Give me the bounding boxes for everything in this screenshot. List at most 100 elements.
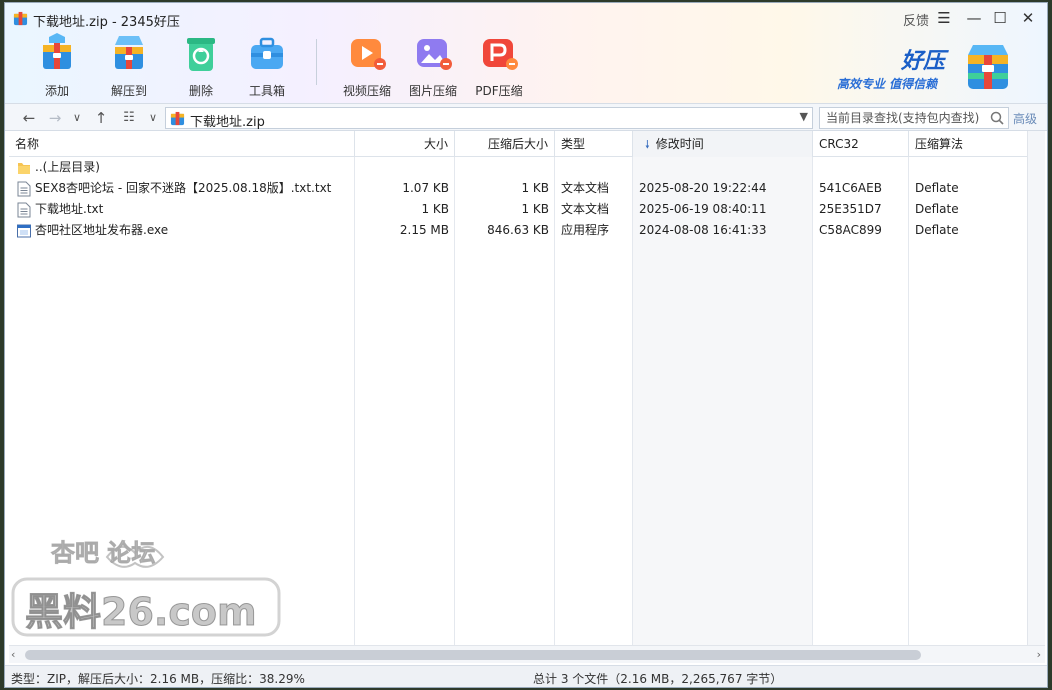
table-row[interactable]: SEX8杏吧论坛 - 回家不迷路【2025.08.18版】.txt.txt 1.…: [9, 178, 1027, 199]
file-name: 杏吧社区地址发布器.exe: [35, 223, 169, 237]
horizontal-scroll-thumb[interactable]: [25, 650, 921, 660]
file-name: SEX8杏吧论坛 - 回家不迷路【2025.08.18版】.txt.txt: [35, 181, 332, 195]
scroll-right-icon[interactable]: ›: [1037, 646, 1041, 664]
column-header-type[interactable]: 类型: [555, 131, 633, 157]
sort-descending-icon: 🠗: [645, 138, 650, 151]
table-row[interactable]: ..(上层目录): [9, 157, 1027, 178]
header-area: 下载地址.zip - 2345好压 反馈 ☰ — ☐ ✕ 添加 解压到 删除 工…: [5, 3, 1047, 103]
address-path: 下载地址.zip: [190, 115, 265, 130]
column-header-method-label: 压缩算法: [915, 137, 964, 151]
brand-block: 好压 高效专业 值得信赖: [837, 41, 1011, 93]
text-file-icon: [17, 181, 31, 197]
brand-name: 好压: [901, 49, 946, 74]
column-header-packed-label: 压缩后大小: [487, 137, 548, 151]
column-header-method[interactable]: 压缩算法: [909, 131, 1027, 157]
pdf-compress-button[interactable]: PDF压缩: [467, 33, 531, 99]
search-input[interactable]: [820, 108, 986, 128]
minimize-icon[interactable]: —: [963, 8, 985, 28]
close-icon[interactable]: ✕: [1017, 8, 1039, 28]
image-compress-button[interactable]: 图片压缩: [401, 33, 465, 99]
file-list: 名称 大小 压缩后大小 类型 🠗修改时间 CRC32 压缩算法 路径 ..(上层…: [9, 131, 1027, 645]
file-size: 1 KB: [421, 202, 449, 216]
address-field[interactable]: 下载地址.zip ▼: [165, 107, 813, 130]
column-header-crc-label: CRC32: [819, 137, 859, 151]
address-bar-row: ← → ∨ ↑ ☷ ∨ 下载地址.zip ▼ 高级: [5, 103, 1047, 131]
file-type: 文本文档: [561, 202, 610, 216]
delete-icon: [187, 38, 215, 71]
brand-slogan: 高效专业 值得信赖: [837, 77, 938, 91]
zip-archive-icon: [170, 111, 185, 126]
scroll-left-icon[interactable]: ‹: [11, 646, 15, 664]
history-dropdown-icon[interactable]: ∨: [67, 108, 87, 128]
forward-icon[interactable]: →: [45, 108, 65, 128]
image-compress-label: 图片压缩: [408, 84, 457, 98]
file-size: 2.15 MB: [399, 223, 449, 237]
toolbox-label: 工具箱: [248, 84, 285, 98]
pdf-compress-label: PDF压缩: [475, 84, 523, 98]
file-crc: 541C6AEB: [819, 181, 882, 195]
add-button[interactable]: 添加: [25, 33, 89, 99]
window-title: 下载地址.zip - 2345好压: [33, 15, 180, 30]
maximize-icon[interactable]: ☐: [989, 8, 1011, 28]
column-header-size-label: 大小: [423, 137, 448, 151]
delete-label: 删除: [188, 84, 213, 98]
extract-to-label: 解压到: [110, 84, 147, 98]
text-file-icon: [17, 202, 31, 218]
advanced-search-link[interactable]: 高级: [1013, 110, 1037, 127]
file-modified: 2025-08-20 19:22:44: [639, 181, 767, 195]
file-crc: C58AC899: [819, 223, 882, 237]
video-compress-button[interactable]: 视频压缩: [335, 33, 399, 99]
view-dropdown-icon[interactable]: ∨: [143, 108, 163, 128]
brand-logo-icon: [968, 45, 1008, 89]
extract-to-button[interactable]: 解压到: [97, 33, 161, 99]
back-icon[interactable]: ←: [19, 108, 39, 128]
archive-info: 类型：ZIP，解压后大小：2.16 MB，压缩比：38.29%: [11, 672, 305, 686]
file-crc: 25E351D7: [819, 202, 882, 216]
file-type: 文本文档: [561, 181, 610, 195]
list-header: 名称 大小 压缩后大小 类型 🠗修改时间 CRC32 压缩算法 路径: [9, 131, 1027, 157]
file-method: Deflate: [915, 181, 959, 195]
vertical-scrollbar[interactable]: [1027, 131, 1045, 645]
app-logo-icon: [13, 11, 28, 26]
horizontal-scrollbar[interactable]: ‹ ›: [9, 645, 1045, 663]
title-bar[interactable]: 下载地址.zip - 2345好压 反馈 ☰ — ☐ ✕: [5, 3, 1047, 33]
menu-icon[interactable]: ☰: [933, 8, 955, 28]
file-packed-size: 1 KB: [521, 181, 549, 195]
file-method: Deflate: [915, 223, 959, 237]
delete-button[interactable]: 删除: [169, 33, 233, 99]
up-folder-icon[interactable]: ↑: [91, 108, 111, 128]
view-mode-icon[interactable]: ☷: [119, 108, 139, 128]
column-header-name-label: 名称: [15, 137, 40, 151]
file-packed-size: 1 KB: [521, 202, 549, 216]
exe-file-icon: [17, 224, 31, 238]
feedback-link[interactable]: 反馈: [903, 10, 929, 29]
file-name: ..(上层目录): [35, 160, 100, 174]
toolbar-divider: [316, 39, 317, 85]
column-header-packed[interactable]: 压缩后大小: [455, 131, 555, 157]
toolbox-button[interactable]: 工具箱: [235, 33, 299, 99]
table-row[interactable]: 杏吧社区地址发布器.exe 2.15 MB 846.63 KB 应用程序 202…: [9, 220, 1027, 241]
pdf-compress-icon: [483, 39, 518, 70]
search-icon[interactable]: [990, 111, 1004, 125]
column-header-modified-label: 修改时间: [655, 137, 704, 151]
table-row[interactable]: 下载地址.txt 1 KB 1 KB 文本文档 2025-06-19 08:40…: [9, 199, 1027, 220]
column-header-crc[interactable]: CRC32: [813, 131, 909, 157]
column-header-modified[interactable]: 🠗 修改时间: [633, 131, 813, 157]
file-modified: 2024-08-08 16:41:33: [639, 223, 767, 237]
file-packed-size: 846.63 KB: [487, 223, 549, 237]
add-label: 添加: [44, 84, 69, 98]
search-field[interactable]: [819, 107, 1009, 129]
address-dropdown-icon[interactable]: ▼: [800, 110, 808, 123]
column-header-name[interactable]: 名称: [9, 131, 355, 157]
file-method: Deflate: [915, 202, 959, 216]
file-total: 总计 3 个文件（2.16 MB，2,265,767 字节）: [533, 672, 783, 686]
folder-icon: [18, 163, 30, 174]
file-size: 1.07 KB: [402, 181, 449, 195]
column-header-size[interactable]: 大小: [355, 131, 455, 157]
toolbox-icon: [251, 37, 283, 69]
extract-to-icon: [115, 36, 143, 69]
video-compress-icon: [351, 39, 386, 70]
file-name: 下载地址.txt: [35, 202, 104, 216]
column-header-type-label: 类型: [561, 137, 586, 151]
file-type: 应用程序: [561, 223, 610, 237]
